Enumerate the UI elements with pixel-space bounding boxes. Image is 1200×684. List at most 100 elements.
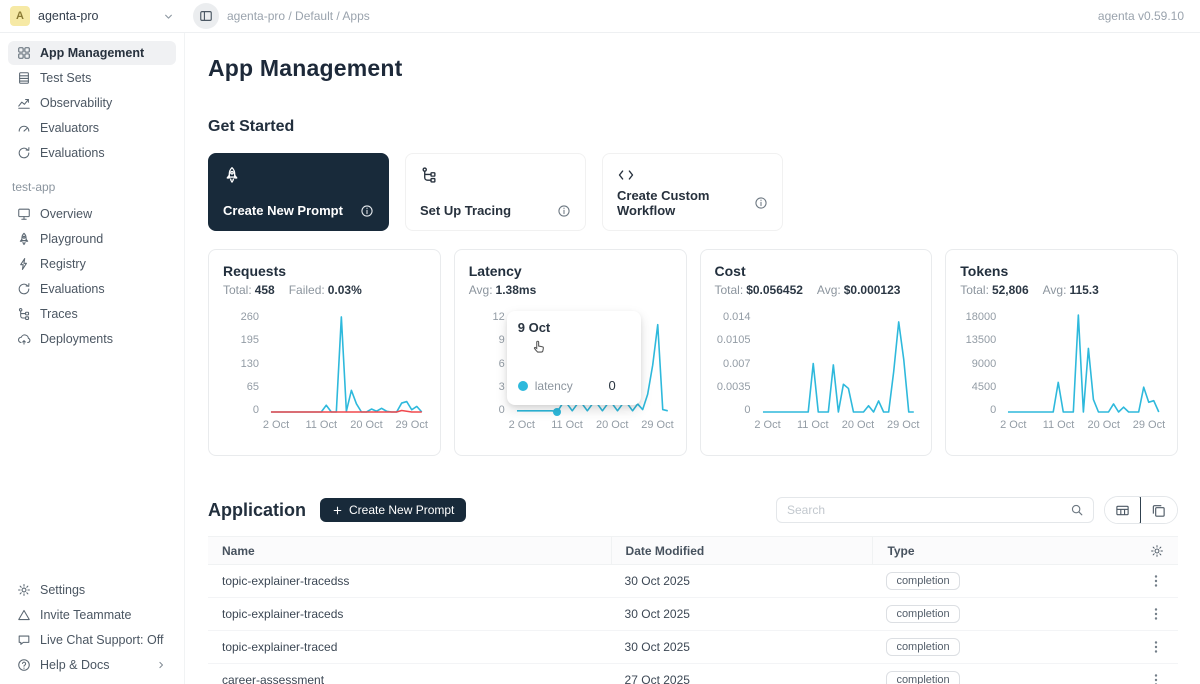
- chevron-down-icon[interactable]: [162, 10, 175, 23]
- chart-title: Requests: [223, 263, 426, 279]
- panel-collapse-icon: [199, 9, 213, 23]
- main-content: App Management Get Started Create New Pr…: [185, 33, 1200, 684]
- application-title: Application: [208, 500, 306, 521]
- sidebar-item-label: Settings: [40, 583, 85, 597]
- chart-stat: Avg:1.38ms: [469, 283, 537, 297]
- search-input[interactable]: [777, 503, 1061, 517]
- table-row-career-assessment[interactable]: career-assessment27 Oct 2025completion: [208, 664, 1178, 684]
- chart-trend-icon: [17, 96, 31, 110]
- sidebar-item-label: Evaluations: [40, 282, 105, 296]
- x-axis: 2 Oct11 Oct20 Oct29 Oct: [513, 416, 672, 432]
- help-circle-icon: [17, 658, 31, 672]
- gauge-icon: [17, 121, 31, 135]
- sidebar: App Management Test Sets Observability Eval…: [0, 33, 185, 684]
- sidebar-item-evaluators[interactable]: Evaluators: [8, 116, 176, 140]
- table-header-row: Name Date Modified Type: [208, 536, 1178, 565]
- table-row-topic-explainer-tracedss[interactable]: topic-explainer-tracedss30 Oct 2025compl…: [208, 565, 1178, 598]
- chart-title: Cost: [715, 263, 918, 279]
- card-view-button[interactable]: [1140, 497, 1177, 523]
- hovered-point-marker: [553, 408, 561, 416]
- sidebar-item-traces[interactable]: Traces: [8, 302, 176, 326]
- create-new-prompt-label: Create New Prompt: [349, 503, 454, 517]
- chart-stat: Total:52,806: [960, 283, 1028, 297]
- page-title: App Management: [208, 55, 1178, 82]
- requests-plot[interactable]: [267, 311, 426, 416]
- info-icon: [360, 204, 374, 218]
- table-view-button[interactable]: [1104, 496, 1141, 524]
- refresh-circle-icon: [17, 282, 31, 296]
- search-icon[interactable]: [1070, 503, 1084, 517]
- create-new-prompt-button[interactable]: Create New Prompt: [320, 498, 466, 522]
- trace-tree-icon: [420, 166, 438, 184]
- chart-stat: Avg:$0.000123: [817, 283, 901, 297]
- cost-chart-card: CostTotal:$0.056452Avg:$0.0001230.0140.0…: [700, 249, 933, 456]
- sidebar-item-label: Evaluations: [40, 146, 105, 160]
- tooltip-series-name: latency: [535, 379, 573, 393]
- get-started-card-create-new-prompt[interactable]: Create New Prompt: [208, 153, 389, 231]
- get-started-card-label: Set Up Tracing: [420, 203, 511, 218]
- get-started-cards: Create New Prompt Set Up Tracing Create Cu…: [208, 153, 1178, 231]
- column-header-type[interactable]: Type: [872, 537, 1091, 564]
- workspace-name: agenta-pro: [38, 9, 154, 23]
- sidebar-item-test-sets[interactable]: Test Sets: [8, 66, 176, 90]
- sidebar-item-registry[interactable]: Registry: [8, 252, 176, 276]
- row-actions-menu-icon[interactable]: [1148, 573, 1164, 589]
- sidebar-item-label: App Management: [40, 46, 144, 60]
- app-type-badge: completion: [886, 605, 959, 623]
- info-icon: [754, 196, 768, 210]
- cloud-upload-icon: [17, 332, 31, 346]
- sidebar-collapse-button[interactable]: [193, 3, 219, 29]
- test-sets-icon: [17, 71, 31, 85]
- tokens-chart-card: TokensTotal:52,806Avg:115.31800013500900…: [945, 249, 1178, 456]
- sidebar-item-playground[interactable]: Playground: [8, 227, 176, 251]
- sidebar-item-help-docs[interactable]: Help & Docs: [8, 653, 176, 677]
- app-date-modified: 30 Oct 2025: [611, 598, 873, 630]
- info-icon: [557, 204, 571, 218]
- table-row-topic-explainer-traced[interactable]: topic-explainer-traced30 Oct 2025complet…: [208, 631, 1178, 664]
- row-actions-menu-icon[interactable]: [1148, 606, 1164, 622]
- get-started-title: Get Started: [208, 118, 1178, 136]
- get-started-card-create-custom-workflow[interactable]: Create Custom Workflow: [602, 153, 783, 231]
- chart-stats: Avg:1.38ms: [469, 283, 672, 297]
- grid-icon: [17, 46, 31, 60]
- sidebar-item-live-chat-support-off[interactable]: Live Chat Support: Off: [8, 628, 176, 652]
- app-version: agenta v0.59.10: [1098, 9, 1200, 23]
- chart-stat: Total:$0.056452: [715, 283, 803, 297]
- search-box: [776, 497, 1094, 523]
- sidebar-item-evaluations[interactable]: Evaluations: [8, 141, 176, 165]
- requests-chart-card: RequestsTotal:458Failed:0.03%26019513065…: [208, 249, 441, 456]
- monitor-icon: [17, 207, 31, 221]
- rocket-icon: [223, 166, 241, 184]
- row-actions-menu-icon[interactable]: [1148, 672, 1164, 684]
- sidebar-item-settings[interactable]: Settings: [8, 578, 176, 602]
- get-started-card-set-up-tracing[interactable]: Set Up Tracing: [405, 153, 586, 231]
- chart-stat: Total:458: [223, 283, 275, 297]
- tokens-plot[interactable]: [1004, 311, 1163, 416]
- column-header-date-modified[interactable]: Date Modified: [611, 537, 873, 564]
- sidebar-item-label: Invite Teammate: [40, 608, 131, 622]
- column-header-name[interactable]: Name: [208, 544, 611, 558]
- cost-plot[interactable]: [759, 311, 918, 416]
- row-actions-menu-icon[interactable]: [1148, 639, 1164, 655]
- sidebar-item-deployments[interactable]: Deployments: [8, 327, 176, 351]
- sidebar-item-overview[interactable]: Overview: [8, 202, 176, 226]
- sidebar-item-invite-teammate[interactable]: Invite Teammate: [8, 603, 176, 627]
- table-row-topic-explainer-traceds[interactable]: topic-explainer-traceds30 Oct 2025comple…: [208, 598, 1178, 631]
- chart-stat: Avg:115.3: [1043, 283, 1099, 297]
- get-started-card-label: Create Custom Workflow: [617, 188, 754, 218]
- tooltip-value: 0: [609, 378, 630, 393]
- table-settings-gear-icon[interactable]: [1150, 544, 1164, 558]
- sidebar-item-app-management[interactable]: App Management: [8, 41, 176, 65]
- workspace-switcher[interactable]: A agenta-pro: [0, 6, 185, 26]
- chart-stats: Total:52,806 Avg:115.3: [960, 283, 1163, 297]
- get-started-card-label: Create New Prompt: [223, 203, 343, 218]
- sidebar-item-observability[interactable]: Observability: [8, 91, 176, 115]
- sidebar-item-label: Traces: [40, 307, 78, 321]
- sidebar-item-label: Observability: [40, 96, 112, 110]
- application-header: Application Create New Prompt: [208, 496, 1178, 524]
- x-axis: 2 Oct11 Oct20 Oct29 Oct: [267, 416, 426, 432]
- chart-tooltip: 9 Octlatency0: [507, 311, 641, 405]
- chart-title: Latency: [469, 263, 672, 279]
- app-type-badge: completion: [886, 572, 959, 590]
- sidebar-item-evaluations[interactable]: Evaluations: [8, 277, 176, 301]
